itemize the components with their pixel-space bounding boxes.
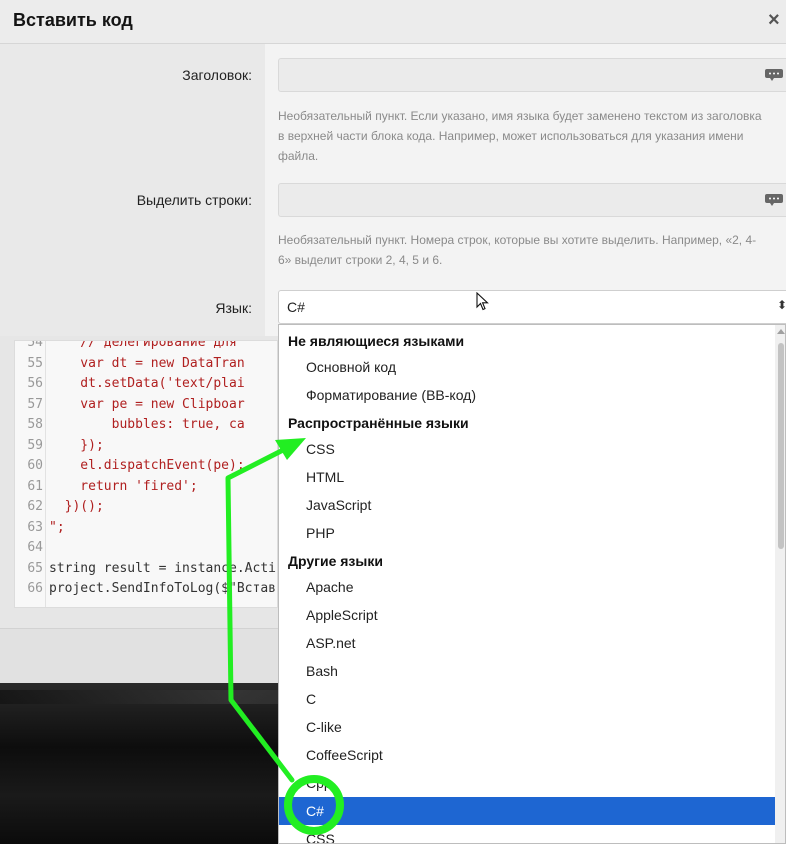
dropdown-group-header: Не являющиеся языками — [279, 327, 775, 355]
language-select[interactable]: C# ⬍ — [278, 290, 786, 324]
dropdown-option-label: Bash — [306, 663, 338, 679]
code-line: 59 }); — [15, 437, 277, 458]
form-label-column — [0, 44, 265, 336]
code-text: string result = instance.Acti — [49, 560, 276, 576]
dropdown-group-label: Распространённые языки — [288, 415, 469, 431]
dropdown-scrollbar[interactable] — [775, 325, 785, 843]
line-number: 66 — [27, 581, 43, 596]
close-button[interactable]: × — [768, 9, 780, 32]
dropdown-option-label: Cpp — [306, 775, 332, 791]
code-text: project.SendInfoToLog($"Встав — [49, 581, 276, 596]
code-line: 62 })(); — [15, 499, 277, 519]
scrollbar-thumb[interactable] — [778, 343, 784, 549]
dropdown-option-label: CSS — [306, 831, 335, 844]
dropdown-option-label: PHP — [306, 525, 335, 541]
dropdown-option[interactable]: C-like — [279, 713, 775, 741]
line-number: 57 — [27, 396, 43, 412]
dropdown-option-label: C-like — [306, 719, 342, 735]
code-text: el.dispatchEvent(pe); — [49, 458, 245, 473]
code-line: 60 el.dispatchEvent(pe); — [15, 458, 277, 478]
code-line: 61 return 'fired'; — [15, 478, 277, 499]
code-line: 63 "; — [15, 519, 277, 540]
chat-bubble-icon[interactable] — [764, 68, 784, 82]
line-number: 63 — [27, 519, 43, 535]
scroll-up-arrow-icon[interactable] — [777, 329, 785, 334]
dropdown-option-label: Основной код — [306, 359, 397, 375]
mouse-pointer-icon — [476, 292, 489, 311]
code-line: 57 var pe = new Clipboar — [15, 396, 277, 417]
line-number: 65 — [27, 560, 43, 576]
line-number: 60 — [27, 458, 43, 473]
modal-header: Вставить код × — [0, 0, 786, 44]
line-number: 64 — [27, 540, 43, 555]
dropdown-option-label: C — [306, 691, 317, 707]
dropdown-option-label: Apache — [306, 579, 354, 595]
dropdown-option[interactable]: Apache — [279, 573, 775, 601]
code-line: 55 var dt = new DataTran — [15, 355, 277, 376]
code-text: })(); — [49, 499, 104, 514]
dropdown-option-label: Форматирование (BB-код) — [306, 387, 477, 403]
dropdown-group-label: Не являющиеся языками — [288, 333, 465, 349]
dropdown-option-label: C# — [306, 803, 324, 819]
code-text: "; — [49, 519, 65, 535]
dropdown-option[interactable]: CoffeeScript — [279, 741, 775, 769]
language-select-value: C# — [287, 299, 305, 315]
code-text: var dt = new DataTran — [49, 355, 245, 371]
code-line: 66 project.SendInfoToLog($"Встав — [15, 581, 277, 601]
dropdown-option[interactable]: C — [279, 685, 775, 713]
dropdown-option-label: ASP.net — [306, 635, 356, 651]
code-editor[interactable]: 54 // делегирование для 55 var dt = new D… — [14, 340, 278, 608]
dropdown-option[interactable]: ASP.net — [279, 629, 775, 657]
dropdown-option-label: CSS — [306, 441, 335, 457]
code-line: 64 — [15, 540, 277, 560]
title-help-text: Необязательный пункт. Если указано, имя … — [278, 109, 762, 163]
dropdown-option[interactable]: CSS — [279, 435, 775, 463]
line-number: 61 — [27, 478, 43, 494]
dropdown-option-label: AppleScript — [306, 607, 378, 623]
title-label: Заголовок: — [182, 67, 252, 83]
code-text: var pe = new Clipboar — [49, 396, 245, 412]
line-number: 54 — [27, 340, 43, 350]
dropdown-option[interactable]: HTML — [279, 463, 775, 491]
language-label: Язык: — [215, 300, 252, 316]
line-number: 55 — [27, 355, 43, 371]
highlight-lines-help-text: Необязательный пункт. Номера строк, кото… — [278, 233, 757, 267]
select-arrows-icon: ⬍ — [777, 298, 786, 312]
title-input[interactable] — [278, 58, 786, 92]
code-text: bubbles: true, ca — [49, 417, 245, 432]
code-text: dt.setData('text/plai — [49, 376, 245, 391]
dropdown-option[interactable]: AppleScript — [279, 601, 775, 629]
dropdown-group-header: Распространённые языки — [279, 409, 775, 437]
code-line: 56 dt.setData('text/plai — [15, 376, 277, 396]
dropdown-group-label: Другие языки — [288, 553, 383, 569]
code-line: 65 string result = instance.Acti — [15, 560, 277, 581]
dropdown-option-label: JavaScript — [306, 497, 372, 513]
dropdown-option[interactable]: CSS — [279, 825, 775, 844]
dropdown-option[interactable]: Bash — [279, 657, 775, 685]
modal-title: Вставить код — [13, 10, 133, 30]
dropdown-group-header: Другие языки — [279, 547, 775, 575]
dropdown-option[interactable]: Основной код — [279, 353, 775, 381]
dropdown-option[interactable]: Cpp — [279, 769, 775, 797]
dropdown-option-selected[interactable]: C# — [279, 797, 775, 825]
highlight-lines-input[interactable] — [278, 183, 786, 217]
code-text: // делегирование для — [49, 340, 237, 350]
line-number: 56 — [27, 376, 43, 391]
line-number: 62 — [27, 499, 43, 514]
highlight-lines-label: Выделить строки: — [136, 192, 252, 208]
language-dropdown-list[interactable]: Не являющиеся языками Основной код Формати… — [278, 324, 786, 844]
code-line: 58 bubbles: true, ca — [15, 417, 277, 437]
dropdown-option-label: HTML — [306, 469, 345, 485]
dropdown-option[interactable]: JavaScript — [279, 491, 775, 519]
code-text: }); — [49, 437, 104, 453]
line-number: 58 — [27, 417, 43, 432]
chat-bubble-icon[interactable] — [764, 193, 784, 207]
dropdown-option[interactable]: PHP — [279, 519, 775, 547]
dropdown-option[interactable]: Форматирование (BB-код) — [279, 381, 775, 409]
dropdown-option-label: CoffeeScript — [306, 747, 383, 763]
code-text: return 'fired'; — [49, 478, 198, 494]
line-number: 59 — [27, 437, 43, 453]
code-line: 54 // делегирование для — [15, 340, 277, 355]
